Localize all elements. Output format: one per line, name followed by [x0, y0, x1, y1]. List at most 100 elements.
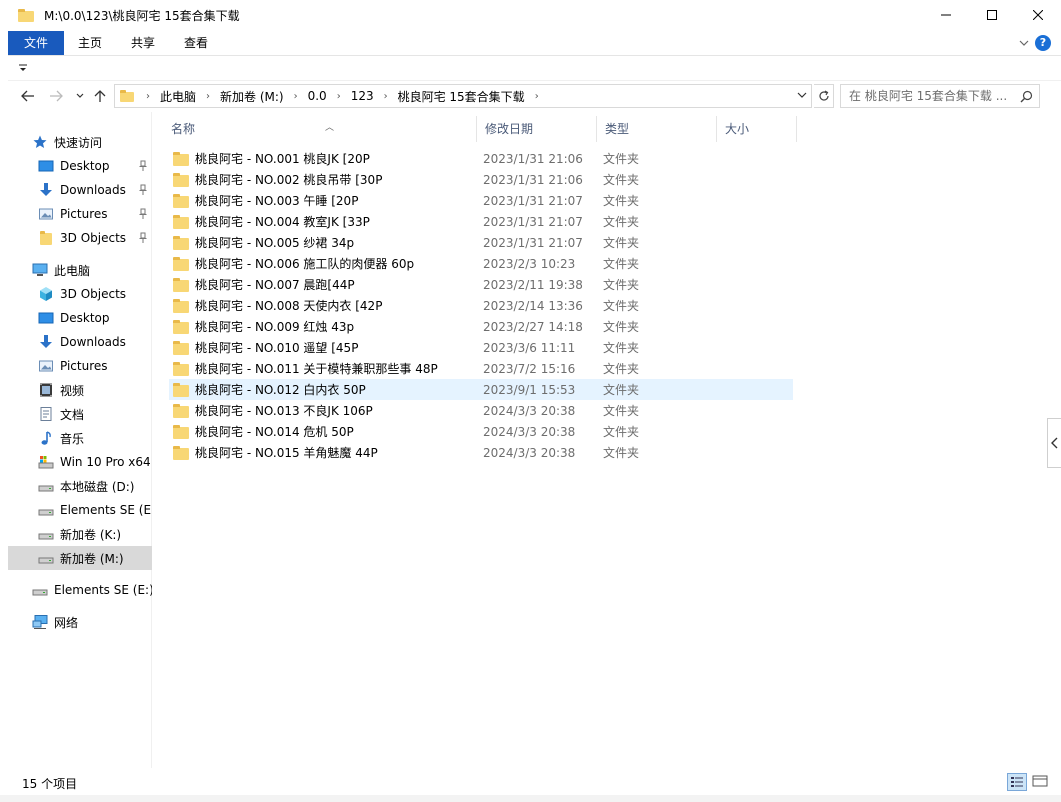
recent-locations-button[interactable]: [70, 86, 90, 106]
file-row[interactable]: 桃良阿宅 - NO.009 红烛 43p 2023/2/27 14:18 文件夹: [169, 316, 793, 337]
dropdown-arrow-icon: [19, 64, 27, 71]
breadcrumb-this-pc[interactable]: 此电脑: [160, 88, 196, 105]
help-icon[interactable]: ?: [1035, 35, 1051, 51]
breadcrumb-separator[interactable]: ›: [146, 91, 150, 102]
file-row[interactable]: 桃良阿宅 - NO.002 桃良吊带 [30P 2023/1/31 21:06 …: [169, 169, 793, 190]
minimize-button[interactable]: [923, 0, 969, 30]
close-button[interactable]: [1015, 0, 1061, 30]
nav-item-label: Desktop: [60, 311, 110, 325]
file-row[interactable]: 桃良阿宅 - NO.010 遥望 [45P 2023/3/6 11:11 文件夹: [169, 337, 793, 358]
address-bar[interactable]: › 此电脑 › 新加卷 (M:) › 0.0 › 123 › 桃良阿宅 15套合…: [114, 84, 812, 108]
nav-item-drive-k[interactable]: 新加卷 (K:): [8, 522, 152, 546]
drive-icon: [32, 582, 48, 598]
file-type: 文件夹: [603, 236, 640, 250]
nav-item-desktop-pc[interactable]: Desktop: [8, 306, 152, 330]
address-history-button[interactable]: [795, 89, 809, 103]
nav-item-label: Downloads: [60, 183, 126, 197]
folder-icon: [18, 8, 34, 22]
file-row[interactable]: 桃良阿宅 - NO.013 不良JK 106P 2024/3/3 20:38 文…: [169, 400, 793, 421]
nav-item-this-pc[interactable]: 此电脑: [8, 258, 152, 282]
file-date: 2024/3/3 20:38: [483, 445, 576, 460]
window-title: M:\0.0\123\桃良阿宅 15套合集下载: [44, 8, 240, 23]
column-header-date[interactable]: 修改日期: [477, 116, 597, 142]
details-pane-toggle[interactable]: [1047, 418, 1061, 468]
nav-item-desktop[interactable]: Desktop: [8, 154, 152, 178]
refresh-button[interactable]: [814, 84, 834, 108]
nav-item-videos[interactable]: 视频: [8, 378, 152, 402]
tab-share[interactable]: 共享: [122, 31, 164, 55]
nav-item-drive-m[interactable]: 新加卷 (M:): [8, 546, 152, 570]
file-row[interactable]: 桃良阿宅 - NO.004 教室JK [33P 2023/1/31 21:07 …: [169, 211, 793, 232]
breadcrumb-separator[interactable]: ›: [337, 91, 341, 102]
up-button[interactable]: [90, 86, 110, 106]
nav-item-system-drive[interactable]: Win 10 Pro x64: [8, 450, 152, 474]
nav-item-label: Pictures: [60, 359, 108, 373]
file-type: 文件夹: [603, 173, 640, 187]
breadcrumb-folder-0-0[interactable]: 0.0: [308, 89, 327, 103]
folder-icon: [173, 298, 189, 313]
nav-item-network[interactable]: 网络: [8, 610, 152, 634]
pictures-icon: [38, 358, 54, 374]
search-input[interactable]: [841, 89, 1013, 103]
file-row[interactable]: 桃良阿宅 - NO.005 纱裙 34p 2023/1/31 21:07 文件夹: [169, 232, 793, 253]
file-name: 桃良阿宅 - NO.008 天使内衣 [42P: [195, 299, 383, 313]
nav-item-3d-objects-quick[interactable]: 3D Objects: [8, 226, 152, 250]
folder-icon: [120, 90, 134, 102]
file-date: 2023/2/27 14:18: [483, 319, 583, 334]
tab-file[interactable]: 文件: [8, 31, 64, 55]
nav-item-3d-objects[interactable]: 3D Objects: [8, 282, 152, 306]
nav-item-music[interactable]: 音乐: [8, 426, 152, 450]
customize-toolbar-button[interactable]: [18, 63, 28, 76]
breadcrumb-separator[interactable]: ›: [535, 91, 539, 102]
nav-item-downloads[interactable]: Downloads: [8, 178, 152, 202]
tab-view[interactable]: 查看: [176, 31, 216, 55]
file-date: 2023/1/31 21:07: [483, 214, 583, 229]
breadcrumb-separator[interactable]: ›: [294, 91, 298, 102]
file-date: 2023/1/31 21:06: [483, 151, 583, 166]
details-view-button[interactable]: [1007, 773, 1027, 791]
bottom-edge: [0, 795, 1061, 802]
file-row[interactable]: 桃良阿宅 - NO.003 午睡 [20P 2023/1/31 21:07 文件…: [169, 190, 793, 211]
system-drive-icon: [38, 454, 54, 470]
nav-item-downloads-pc[interactable]: Downloads: [8, 330, 152, 354]
nav-item-drive-d[interactable]: 本地磁盘 (D:): [8, 474, 152, 498]
breadcrumb-current-folder[interactable]: 桃良阿宅 15套合集下载: [398, 88, 525, 105]
back-button[interactable]: [18, 86, 38, 106]
pin-icon: [139, 184, 147, 195]
forward-button[interactable]: [46, 86, 66, 106]
nav-item-quick-access[interactable]: 快速访问: [8, 130, 152, 154]
title-bar[interactable]: M:\0.0\123\桃良阿宅 15套合集下载: [8, 0, 1061, 30]
breadcrumb-separator[interactable]: ›: [384, 91, 388, 102]
search-icon: [1020, 90, 1033, 103]
breadcrumb-drive-m[interactable]: 新加卷 (M:): [220, 88, 284, 105]
file-row[interactable]: 桃良阿宅 - NO.014 危机 50P 2024/3/3 20:38 文件夹: [169, 421, 793, 442]
column-header-size[interactable]: 大小: [717, 116, 797, 142]
file-row[interactable]: 桃良阿宅 - NO.011 关于模特兼职那些事 48P 2023/7/2 15:…: [169, 358, 793, 379]
breadcrumb-separator[interactable]: ›: [206, 91, 210, 102]
chevron-down-icon: [797, 92, 807, 98]
status-bar: 15 个项目: [8, 770, 1061, 794]
expand-ribbon-button[interactable]: [1017, 36, 1031, 50]
maximize-button[interactable]: [969, 0, 1015, 30]
column-header-type[interactable]: 类型: [597, 116, 717, 142]
file-row[interactable]: 桃良阿宅 - NO.008 天使内衣 [42P 2023/2/14 13:36 …: [169, 295, 793, 316]
nav-item-pictures[interactable]: Pictures: [8, 202, 152, 226]
column-header-name[interactable]: 名称 ︿: [163, 116, 477, 142]
file-row[interactable]: 桃良阿宅 - NO.001 桃良JK [20P 2023/1/31 21:06 …: [169, 148, 793, 169]
tab-home[interactable]: 主页: [70, 31, 110, 55]
nav-item-label: 视频: [60, 383, 85, 398]
nav-item-label: Elements SE (E:: [60, 503, 152, 517]
breadcrumb-folder-123[interactable]: 123: [351, 89, 374, 103]
nav-item-pictures-pc[interactable]: Pictures: [8, 354, 152, 378]
file-row[interactable]: 桃良阿宅 - NO.006 施工队的肉便器 60p 2023/2/3 10:23…: [169, 253, 793, 274]
nav-item-documents[interactable]: 文档: [8, 402, 152, 426]
file-row-selected[interactable]: 桃良阿宅 - NO.012 白内衣 50P 2023/9/1 15:53 文件夹: [169, 379, 793, 400]
nav-item-drive-e[interactable]: Elements SE (E:: [8, 498, 152, 522]
nav-item-elements-se[interactable]: Elements SE (E:): [8, 578, 152, 602]
pin-icon: [139, 208, 147, 219]
file-row[interactable]: 桃良阿宅 - NO.007 晨跑[44P 2023/2/11 19:38 文件夹: [169, 274, 793, 295]
nav-item-label: 3D Objects: [60, 231, 127, 245]
large-icons-view-button[interactable]: [1031, 773, 1051, 791]
search-box[interactable]: [840, 84, 1040, 108]
file-row[interactable]: 桃良阿宅 - NO.015 羊角魅魔 44P 2024/3/3 20:38 文件…: [169, 442, 793, 463]
